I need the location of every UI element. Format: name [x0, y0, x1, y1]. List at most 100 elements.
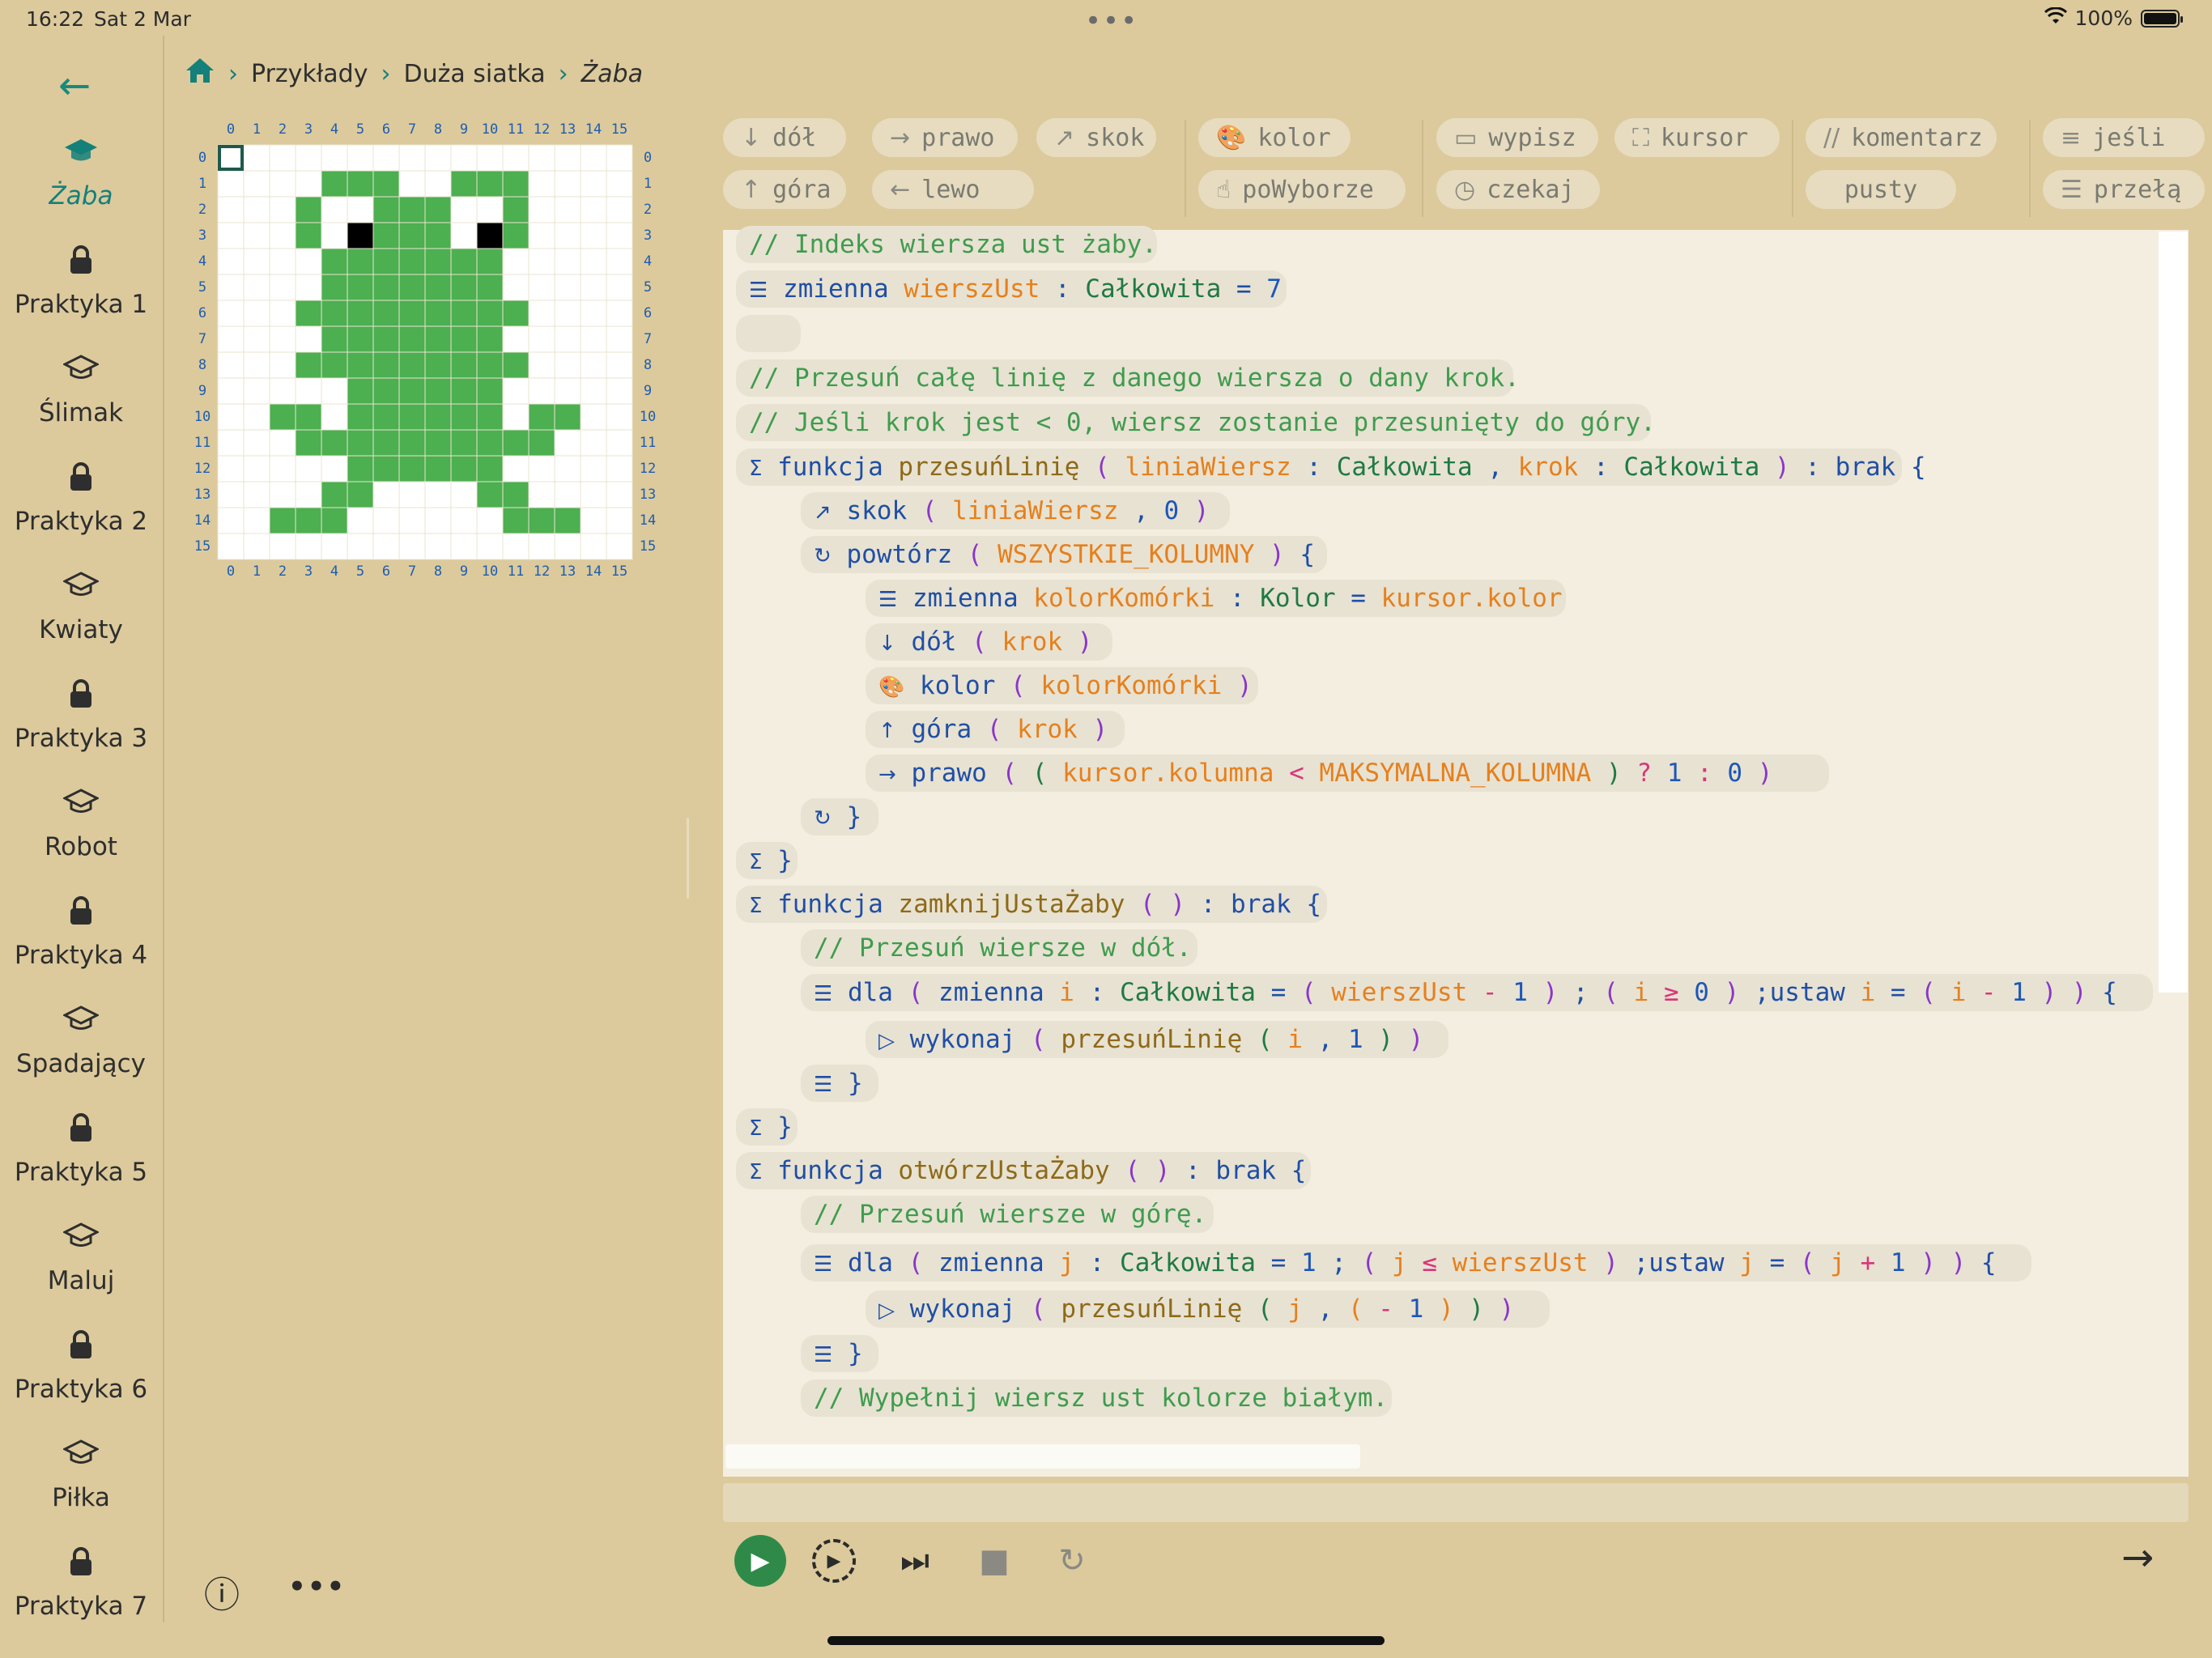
- more-icon[interactable]: •••: [288, 1571, 346, 1603]
- editor-horizontal-scrollbar[interactable]: [725, 1444, 1360, 1469]
- toolbar-prawo-button[interactable]: → prawo: [872, 118, 1018, 157]
- graduation-cap-icon: [0, 1438, 162, 1477]
- grid-cell: [606, 325, 633, 353]
- sidebar-item-praktyka-4[interactable]: Praktyka 4: [0, 895, 162, 970]
- sidebar-item-praktyka-5[interactable]: Praktyka 5: [0, 1112, 162, 1187]
- grid-cell: [321, 533, 348, 560]
- code-editor[interactable]: // Indeks wiersza ust żaby. ☰ zmienna wie…: [723, 226, 2189, 1477]
- sidebar-item-label: Spadający: [15, 1049, 147, 1078]
- code-statement-line[interactable]: ↻ powtórz ( WSZYSTKIE_KOLUMNY ) {: [801, 536, 1327, 573]
- toolbar-powyborze-button[interactable]: ☝ poWyborze: [1198, 170, 1406, 209]
- grid-cell: [217, 222, 245, 249]
- code-statement-line[interactable]: ↓ dół ( krok ): [866, 623, 1112, 661]
- toolbar-góra-button[interactable]: ↑ góra: [723, 170, 846, 209]
- code-statement-line[interactable]: ☰ dla ( zmienna j : Całkowita = 1 ; ( j …: [801, 1244, 2031, 1282]
- code-statement-line[interactable]: ↑ góra ( krok ): [866, 711, 1125, 748]
- code-token: WSZYSTKIE_KOLUMNY: [998, 540, 1255, 569]
- sidebar-item-praktyka-2[interactable]: Praktyka 2: [0, 461, 162, 536]
- grid-cell: [606, 533, 633, 560]
- run-button[interactable]: ▶: [734, 1535, 786, 1587]
- code-statement-line[interactable]: Σ funkcja otwórzUstaŻaby ( ) : brak {: [736, 1152, 1311, 1189]
- grid-cell: [450, 377, 478, 405]
- code-statement-line[interactable]: → prawo ( ( kursor.kolumna < MAKSYMALNA_…: [866, 755, 1829, 792]
- stop-button[interactable]: ■: [968, 1535, 1020, 1587]
- toolbar-kolor-button[interactable]: 🎨 kolor: [1198, 118, 1351, 157]
- code-token: (: [972, 627, 1002, 657]
- sidebar-item-żaba[interactable]: Żaba: [0, 136, 162, 210]
- code-comment-line[interactable]: // Przesuń wiersze w dół.: [801, 929, 1197, 967]
- sidebar-item-praktyka-1[interactable]: Praktyka 1: [0, 244, 162, 319]
- toolbar-komentarz-button[interactable]: // komentarz: [1806, 118, 1997, 157]
- panel-resize-handle[interactable]: [687, 818, 689, 899]
- toolbar-skok-button[interactable]: ↗ skok: [1036, 118, 1156, 157]
- grid-cell: [372, 248, 400, 275]
- code-statement-line[interactable]: ☰ zmienna kolorKomórki : Kolor = kursor.…: [866, 580, 1566, 617]
- code-statement-line[interactable]: ☰ }: [801, 1335, 878, 1372]
- toolbar-lewo-button[interactable]: ← lewo: [872, 170, 1034, 209]
- sidebar-item-spadający[interactable]: Spadający: [0, 1004, 162, 1078]
- sidebar-item-maluj[interactable]: Maluj: [0, 1221, 162, 1295]
- code-statement-line[interactable]: 🎨 kolor ( kolorKomórki ): [866, 667, 1258, 704]
- code-token: ): [1742, 759, 1773, 788]
- code-statement-line[interactable]: Σ }: [736, 1108, 798, 1146]
- grid-cell: [398, 377, 426, 405]
- sidebar-item-praktyka-7[interactable]: Praktyka 7: [0, 1546, 162, 1621]
- home-icon[interactable]: [185, 57, 215, 91]
- next-arrow-icon[interactable]: →: [2121, 1535, 2154, 1580]
- info-icon[interactable]: ⓘ: [204, 1566, 240, 1618]
- sidebar-item-piłka[interactable]: Piłka: [0, 1438, 162, 1512]
- toolbar-kursor-button[interactable]: ⛶ kursor: [1614, 118, 1780, 157]
- code-statement-line[interactable]: ☰ zmienna wierszUst : Całkowita = 7: [736, 270, 1287, 308]
- breadcrumb-item[interactable]: Przykłady: [251, 60, 368, 88]
- code-statement-line[interactable]: Σ funkcja zamknijUstaŻaby ( ) : brak {: [736, 886, 1327, 923]
- code-statement-line[interactable]: ▷ wykonaj ( przesuńLinię ( i , 1 ) ): [866, 1021, 1448, 1058]
- code-statement-line[interactable]: ↗ skok ( liniaWiersz , 0 ): [801, 492, 1230, 529]
- breadcrumb-item[interactable]: Duża siatka: [403, 60, 545, 88]
- grid-cell: [528, 170, 555, 198]
- code-statement-line[interactable]: ↻ }: [801, 798, 878, 835]
- sidebar-item-praktyka-3[interactable]: Praktyka 3: [0, 678, 162, 753]
- grid-cell: [398, 325, 426, 353]
- toolbar-dół-button[interactable]: ↓ dół: [723, 118, 846, 157]
- code-statement-line[interactable]: ☰ dla ( zmienna i : Całkowita = ( wiersz…: [801, 974, 2153, 1011]
- code-block-icon: ☰: [878, 588, 898, 612]
- pixel-grid[interactable]: [217, 144, 633, 560]
- back-arrow-icon[interactable]: ←: [58, 63, 91, 108]
- code-comment-line[interactable]: // Przesuń całę linię z danego wiersza o…: [736, 359, 1520, 397]
- grid-cell: [269, 377, 296, 405]
- grid-row-label: 14: [639, 512, 657, 529]
- grid-cell: [347, 222, 374, 249]
- toolbar-czekaj-button[interactable]: ◷ czekaj: [1436, 170, 1600, 209]
- step-animate-icon: ▶: [827, 1550, 841, 1571]
- grid-cell: [269, 429, 296, 457]
- grid-cell: [606, 222, 633, 249]
- code-token: ): [1077, 715, 1108, 744]
- code-comment-line[interactable]: // Indeks wiersza ust żaby.: [736, 226, 1157, 263]
- toolbar-jeśli-button[interactable]: ≡ jeśli: [2043, 118, 2205, 157]
- code-comment-line[interactable]: // Przesuń wiersze w górę.: [801, 1196, 1214, 1233]
- sidebar-item-label: Ślimak: [38, 398, 124, 427]
- code-comment-line[interactable]: // Jeśli krok jest < 0, wiersz zostanie …: [736, 404, 1656, 441]
- code-statement-line[interactable]: Σ }: [736, 842, 798, 879]
- code-statement-line[interactable]: Σ funkcja przesuńLinię ( liniaWiersz : C…: [736, 449, 1926, 486]
- step-animate-button[interactable]: ▶: [812, 1539, 856, 1583]
- step-button[interactable]: ⏭: [889, 1535, 941, 1587]
- sidebar-item-ślimak[interactable]: Ślimak: [0, 353, 162, 427]
- multitask-dots-icon[interactable]: •••: [1085, 5, 1138, 37]
- code-statement-line[interactable]: ☰ }: [801, 1065, 878, 1102]
- sidebar-item-robot[interactable]: Robot: [0, 787, 162, 861]
- code-comment-line[interactable]: // Wypełnij wiersz ust kolorze białym.: [801, 1380, 1392, 1417]
- reset-button[interactable]: ↻: [1046, 1535, 1098, 1587]
- code-statement-line[interactable]: [736, 315, 801, 352]
- toolbar-przełą-button[interactable]: ☰ przełą: [2043, 170, 2205, 209]
- code-statement-line[interactable]: ▷ wykonaj ( przesuńLinię ( j , ( - 1 ) )…: [866, 1290, 1550, 1328]
- sidebar-item-praktyka-6[interactable]: Praktyka 6: [0, 1329, 162, 1404]
- toolbar-pusty-button[interactable]: pusty: [1806, 170, 1956, 209]
- grid-cell: [580, 429, 607, 457]
- grid-cell: [606, 377, 633, 405]
- code-token: :: [1074, 1248, 1120, 1278]
- editor-vertical-scrollbar[interactable]: [2159, 232, 2188, 993]
- grid-cell: [502, 300, 530, 327]
- sidebar-item-kwiaty[interactable]: Kwiaty: [0, 570, 162, 644]
- toolbar-wypisz-button[interactable]: ▭ wypisz: [1436, 118, 1598, 157]
